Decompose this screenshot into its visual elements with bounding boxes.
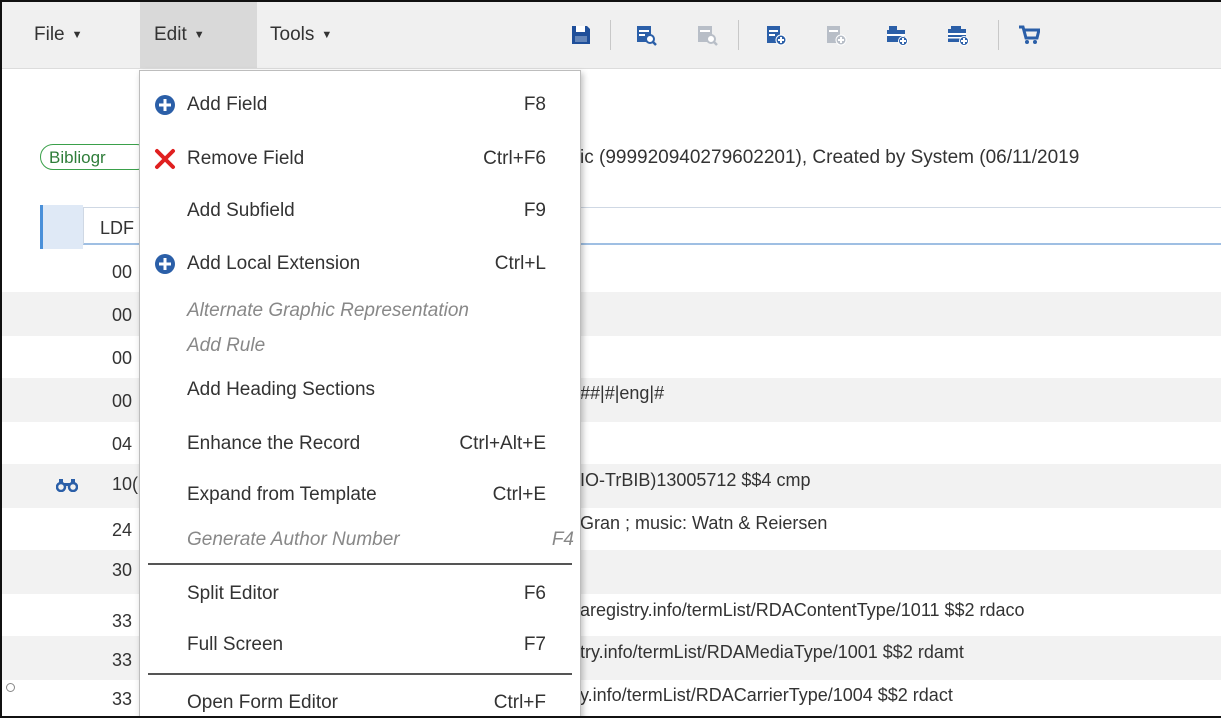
field-value: try.info/termList/RDAMediaType/1001 $$2 … bbox=[580, 642, 964, 662]
toolbar-separator bbox=[998, 20, 999, 50]
menu-item-label: Add Rule bbox=[187, 335, 266, 356]
field-tag: 00 bbox=[112, 262, 133, 282]
menu-separator bbox=[148, 563, 572, 565]
field-tag: 04 bbox=[112, 434, 133, 454]
menu-item-label: Alternate Graphic Representation bbox=[187, 300, 469, 321]
cart-icon[interactable] bbox=[1018, 24, 1040, 46]
menu-item-label: Add Field bbox=[187, 94, 268, 115]
search-record-icon[interactable] bbox=[635, 24, 657, 46]
menu-item-label: Generate Author Number bbox=[187, 529, 400, 550]
menu-item-shortcut: F6 bbox=[523, 583, 546, 604]
menu-item-expand-from-template[interactable]: Expand from Template Ctrl+E bbox=[140, 475, 580, 515]
menu-item-label: Remove Field bbox=[187, 148, 305, 169]
menu-item-shortcut: Ctrl+L bbox=[494, 253, 546, 274]
plus-circle-icon bbox=[155, 254, 175, 274]
field-value: ##|#|eng|# bbox=[580, 383, 665, 403]
menu-item-split-editor[interactable]: Split Editor F6 bbox=[140, 574, 580, 614]
toolbar-separator bbox=[738, 20, 739, 50]
menu-item-remove-field[interactable]: Remove Field Ctrl+F6 bbox=[140, 139, 580, 179]
chevron-down-icon: ▼ bbox=[321, 29, 333, 41]
edit-menu[interactable]: Edit ▼ bbox=[140, 2, 257, 68]
field-tag: 00 bbox=[112, 305, 133, 325]
menu-item-label: Add Local Extension bbox=[187, 253, 361, 274]
add-inventory-alt-icon[interactable] bbox=[947, 24, 969, 46]
menu-item-full-screen[interactable]: Full Screen F7 bbox=[140, 625, 580, 665]
chevron-down-icon: ▼ bbox=[71, 29, 83, 41]
menu-item-enhance-record[interactable]: Enhance the Record Ctrl+Alt+E bbox=[140, 424, 580, 464]
binoculars-icon[interactable] bbox=[56, 478, 78, 492]
plus-circle-icon bbox=[155, 95, 175, 115]
field-tag: 24 bbox=[112, 520, 133, 540]
field-tag: 00 bbox=[112, 391, 133, 411]
menu-item-shortcut: F4 bbox=[551, 529, 574, 550]
field-value: aregistry.info/termList/RDAContentType/1… bbox=[580, 600, 1025, 620]
field-value: IO-TrBIB)13005712 $$4 cmp bbox=[580, 470, 811, 490]
menu-item-shortcut: Ctrl+F6 bbox=[483, 148, 546, 169]
menu-item-label: Add Heading Sections bbox=[187, 379, 376, 400]
menu-item-shortcut: Ctrl+E bbox=[492, 484, 546, 505]
field-tag: 33 bbox=[112, 689, 133, 709]
menu-item-generate-author-number: Generate Author Number F4 bbox=[140, 520, 580, 560]
menu-separator bbox=[148, 673, 572, 675]
red-x-icon bbox=[155, 149, 175, 169]
menu-item-shortcut: F9 bbox=[523, 200, 546, 221]
edit-menu-dropdown: Add Field F8 Remove Field Ctrl+F6 Add Su… bbox=[139, 70, 581, 716]
field-value: y.info/termList/RDACarrierType/1004 $$2 … bbox=[580, 685, 953, 705]
field-value: Gran ; music: Watn & Reiersen bbox=[580, 513, 828, 533]
menu-item-shortcut: Ctrl+F bbox=[493, 692, 546, 713]
add-record-icon[interactable] bbox=[765, 24, 787, 46]
field-gutter bbox=[43, 205, 83, 249]
menu-item-label: Open Form Editor bbox=[187, 692, 338, 713]
file-menu[interactable]: File ▼ bbox=[34, 2, 83, 68]
menu-item-add-field[interactable]: Add Field F8 bbox=[140, 85, 580, 125]
edit-menu-label: Edit bbox=[154, 24, 187, 45]
field-tag: 00 bbox=[112, 348, 133, 368]
menu-item-label: Expand from Template bbox=[187, 484, 377, 505]
field-tag: 33 bbox=[112, 611, 133, 631]
file-menu-label: File bbox=[34, 24, 65, 45]
ldr-tag: LDF bbox=[100, 218, 135, 238]
menu-item-alternate-graphic-representation: Alternate Graphic Representation bbox=[140, 291, 580, 331]
tools-menu-label: Tools bbox=[270, 24, 315, 45]
record-info: ic (999920940279602201), Created by Syst… bbox=[580, 147, 1080, 168]
field-tag: 33 bbox=[112, 650, 133, 670]
field-tag: 10( bbox=[112, 474, 139, 494]
field-tag: 30 bbox=[112, 560, 133, 580]
menu-item-label: Split Editor bbox=[187, 583, 279, 604]
chevron-down-icon: ▼ bbox=[193, 29, 205, 41]
menu-item-shortcut: F8 bbox=[523, 94, 546, 115]
menu-item-label: Add Subfield bbox=[187, 200, 295, 221]
add-record-disabled-icon bbox=[827, 26, 847, 46]
menu-item-add-subfield[interactable]: Add Subfield F9 bbox=[140, 191, 580, 231]
record-type-badge: Bibliogr bbox=[40, 144, 150, 170]
save-icon[interactable] bbox=[570, 24, 592, 46]
menu-item-open-form-editor[interactable]: Open Form Editor Ctrl+F bbox=[140, 683, 580, 716]
menu-item-shortcut: Ctrl+Alt+E bbox=[459, 433, 546, 454]
toolbar-separator bbox=[610, 20, 611, 50]
add-inventory-icon[interactable] bbox=[886, 24, 908, 46]
menu-item-label: Enhance the Record bbox=[187, 433, 361, 454]
menu-item-label: Full Screen bbox=[187, 634, 284, 655]
menu-item-add-heading-sections[interactable]: Add Heading Sections bbox=[140, 370, 580, 410]
menu-item-add-local-extension[interactable]: Add Local Extension Ctrl+L bbox=[140, 244, 580, 284]
menu-item-shortcut: F7 bbox=[523, 634, 546, 655]
resize-handle-icon[interactable] bbox=[6, 683, 15, 692]
app-window: File ▼ Edit ▼ Tools ▼ Bibliogr ic (99992… bbox=[0, 0, 1221, 718]
tools-menu[interactable]: Tools ▼ bbox=[270, 2, 332, 68]
menu-item-add-rule: Add Rule bbox=[140, 326, 580, 366]
menu-bar: File ▼ Edit ▼ Tools ▼ bbox=[2, 2, 1221, 69]
search-record-disabled-icon bbox=[698, 26, 718, 46]
